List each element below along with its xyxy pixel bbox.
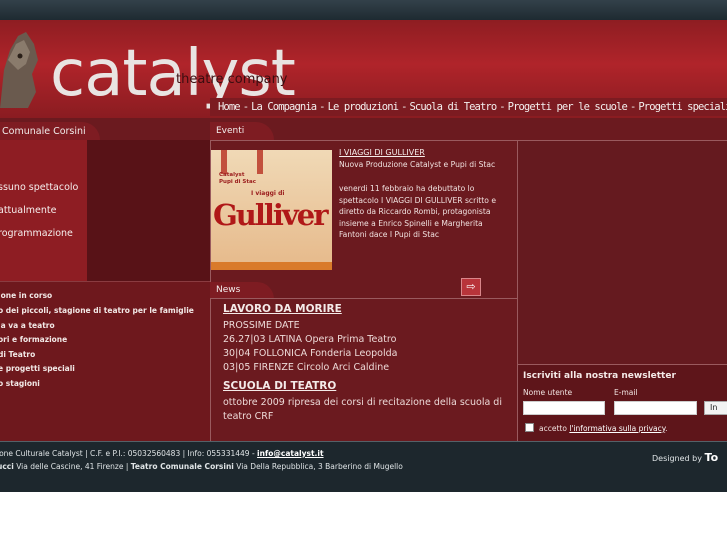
newsletter-title: Iscriviti alla nostra newsletter bbox=[523, 371, 676, 381]
left-menu: ssuno spettacolo attualmente rogrammazio… bbox=[0, 140, 87, 281]
footer-venue-1: ucci bbox=[0, 462, 14, 471]
left-link[interactable]: e progetti speciali bbox=[0, 364, 75, 373]
gargoyle-logo-icon bbox=[0, 32, 38, 108]
tab-news[interactable]: News bbox=[210, 282, 274, 299]
left-link[interactable]: ori e formazione bbox=[0, 335, 67, 344]
email-input[interactable] bbox=[614, 401, 697, 415]
nav-item[interactable]: Home bbox=[218, 101, 241, 113]
designer-logo[interactable]: To bbox=[705, 451, 719, 464]
event-title-link[interactable]: I VIAGGI DI GULLIVER bbox=[339, 148, 425, 157]
privacy-consent-text: accetto l'informativa sulla privacy. bbox=[539, 424, 668, 433]
nav-separator: - bbox=[499, 101, 505, 113]
news-line: PROSSIME DATE bbox=[223, 320, 300, 331]
page: catalyst theatre company Home - La Compagn… bbox=[0, 0, 727, 492]
designed-by: Designed by To bbox=[652, 451, 718, 464]
left-menu-item[interactable]: ssuno spettacolo bbox=[0, 182, 78, 193]
nav-separator: - bbox=[401, 101, 407, 113]
nav-separator: - bbox=[242, 101, 249, 113]
nav-item[interactable]: La Compagnia bbox=[251, 101, 317, 113]
event-poster[interactable]: Catalyst Pupi di Stac I viaggi di Gulliv… bbox=[211, 150, 332, 270]
news-line: teatro CRF bbox=[223, 411, 274, 422]
nav-item[interactable]: Scuola di Teatro bbox=[410, 101, 498, 113]
news-line: 30|04 FOLLONICA Fonderia Leopolda bbox=[223, 348, 398, 359]
nav-item[interactable]: Progetti speciali bbox=[638, 101, 727, 113]
privacy-link[interactable]: l'informativa sulla privacy bbox=[569, 424, 665, 433]
left-link[interactable]: o stagioni bbox=[0, 379, 40, 388]
left-link[interactable]: ione in corso bbox=[0, 291, 52, 300]
tab-eventi[interactable]: Eventi bbox=[210, 122, 274, 140]
accept-suffix: . bbox=[665, 424, 668, 433]
footer-email-link[interactable]: info@catalyst.it bbox=[257, 449, 324, 458]
event-subtitle: Nuova Produzione Catalyst e Pupi di Stac bbox=[339, 160, 496, 169]
footer-org-info: ione Culturale Catalyst | C.F. e P.I.: 0… bbox=[0, 449, 258, 458]
name-label: Nome utente bbox=[523, 388, 573, 397]
event-description: venerdi 11 febbraio ha debuttato lo spet… bbox=[339, 184, 496, 239]
name-input[interactable] bbox=[523, 401, 605, 415]
subscribe-button[interactable]: In bbox=[704, 401, 727, 415]
nav-list: Home - La Compagnia - Le produzioni - Scuola d… bbox=[210, 98, 727, 116]
nav-separator: - bbox=[319, 101, 325, 113]
left-link[interactable]: o dei piccoli, stagione di teatro per le… bbox=[0, 306, 194, 315]
footer-line-1: ione Culturale Catalyst | C.F. e P.I.: 0… bbox=[0, 449, 324, 458]
accept-prefix: accetto bbox=[539, 424, 567, 433]
news-item-title[interactable]: SCUOLA DI TEATRO bbox=[223, 380, 336, 392]
poster-brand: Catalyst Pupi di Stac bbox=[219, 172, 256, 186]
left-link[interactable]: di Teatro bbox=[0, 350, 35, 359]
footer-address-2: Via Della Repubblica, 3 Barberino di Mug… bbox=[233, 462, 403, 471]
poster-big-title: Gulliver bbox=[213, 198, 328, 232]
footer: ione Culturale Catalyst | C.F. e P.I.: 0… bbox=[0, 441, 727, 492]
footer-address-1: Via delle Cascine, 41 Firenze | bbox=[13, 462, 131, 471]
tab-comunale-corsini[interactable]: Comunale Corsini bbox=[0, 122, 100, 140]
nav-separator: - bbox=[629, 101, 636, 113]
left-menu-item[interactable]: attualmente bbox=[0, 205, 56, 216]
poster-small-title: I viaggi di bbox=[251, 190, 285, 197]
poster-legs-illustration bbox=[221, 150, 263, 174]
news-line: 03|05 FIRENZE Circolo Arci Caldine bbox=[223, 362, 390, 373]
news-line: 26.27|03 LATINA Opera Prima Teatro bbox=[223, 334, 397, 345]
nav-item[interactable]: Le produzioni bbox=[328, 101, 399, 113]
divider bbox=[210, 298, 517, 299]
left-link[interactable]: la va a teatro bbox=[0, 321, 55, 330]
email-label: E-mail bbox=[614, 388, 638, 397]
tab-label: Comunale Corsini bbox=[2, 126, 86, 137]
left-menu-item[interactable]: rogrammazione bbox=[0, 228, 73, 239]
poster-brand-text: Catalyst Pupi di Stac bbox=[219, 172, 256, 185]
privacy-checkbox[interactable] bbox=[525, 423, 534, 432]
arrow-right-icon[interactable]: ⇨ bbox=[461, 278, 481, 296]
tab-label: News bbox=[216, 285, 241, 295]
footer-venue-2: Teatro Comunale Corsini bbox=[130, 462, 234, 471]
poster-footer-band bbox=[211, 262, 332, 270]
nav-item[interactable]: Progetti per le scuole bbox=[508, 101, 628, 113]
logo-subtitle: theatre company bbox=[176, 72, 288, 87]
newsletter-box: Iscriviti alla nostra newsletter Nome ut… bbox=[518, 364, 727, 442]
left-links: ione in corso o dei piccoli, stagione di… bbox=[0, 281, 210, 442]
right-panel bbox=[518, 141, 727, 364]
main-navigation: Home - La Compagnia - Le produzioni - Scuola d… bbox=[210, 98, 727, 116]
designed-by-label: Designed by bbox=[652, 454, 702, 463]
news-item-title[interactable]: LAVORO DA MORIRE bbox=[223, 303, 342, 315]
tab-label: Eventi bbox=[216, 126, 245, 136]
footer-line-2: ucci Via delle Cascine, 41 Firenze | Tea… bbox=[0, 462, 403, 471]
news-line: ottobre 2009 ripresa dei corsi di recita… bbox=[223, 397, 502, 408]
top-strip bbox=[0, 0, 727, 20]
